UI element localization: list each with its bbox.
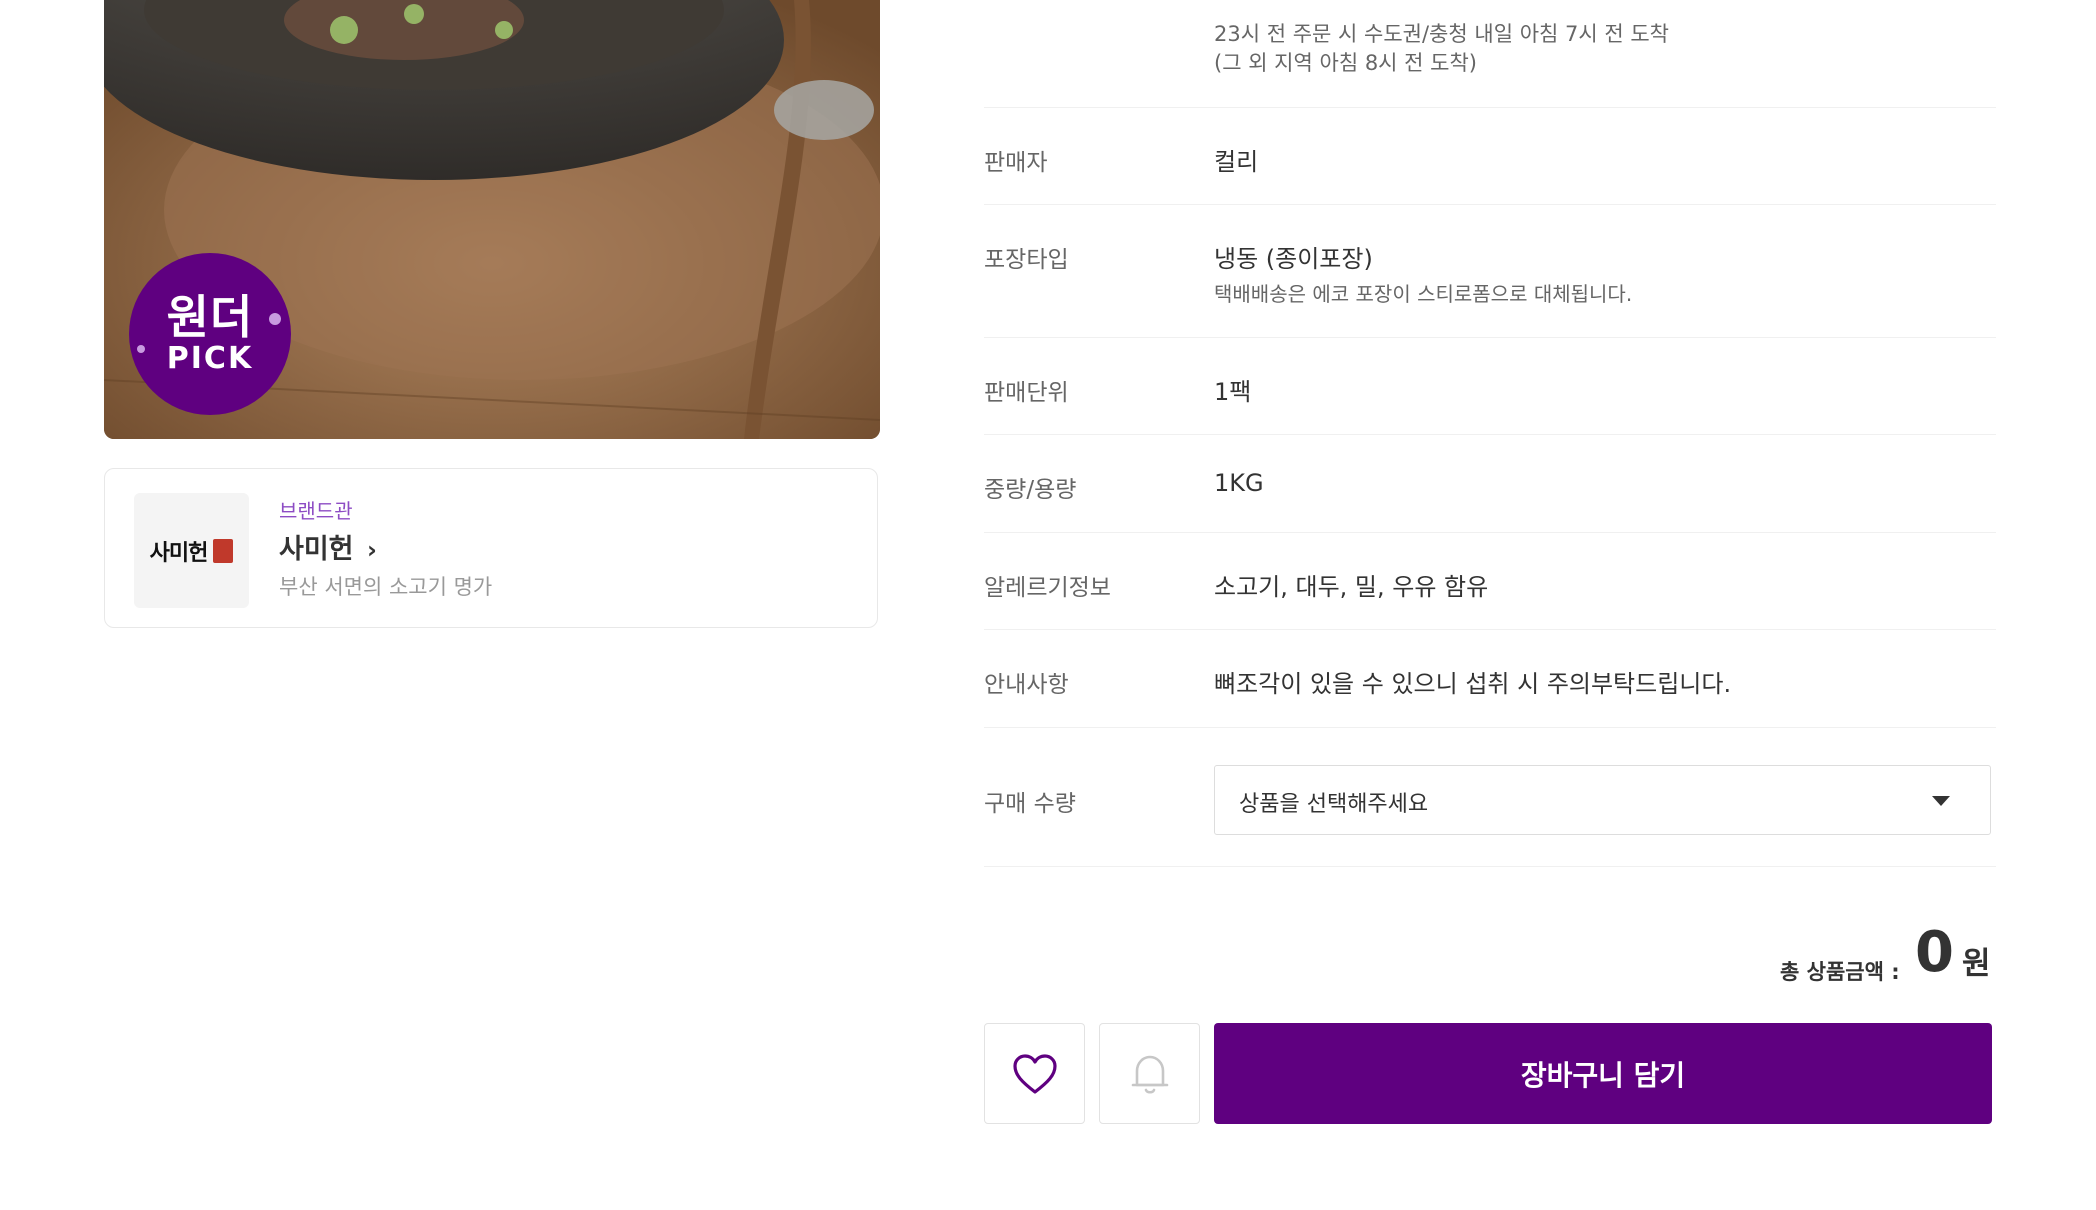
quantity-label: 구매 수량 bbox=[984, 791, 1076, 817]
info-row-unit: 판매단위 1팩 bbox=[984, 337, 1996, 435]
badge-line1: 원더 bbox=[166, 290, 254, 344]
delivery-line2: (그 외 지역 아침 8시 전 도착) bbox=[1214, 51, 1477, 75]
brand-logo-seal bbox=[213, 538, 234, 563]
info-sub: 택배배송은 에코 포장이 스티로폼으로 대체됩니다. bbox=[1214, 282, 1633, 306]
info-row-notice: 안내사항 뼈조각이 있을 수 있으니 섭취 시 주의부탁드립니다. bbox=[984, 629, 1996, 728]
quantity-select[interactable]: 상품을 선택해주세요 bbox=[1214, 765, 1991, 835]
caret-down-icon bbox=[1932, 796, 1950, 806]
badge-decor-dot bbox=[269, 313, 281, 325]
info-row-allergy: 알레르기정보 소고기, 대두, 밀, 우유 함유 bbox=[984, 532, 1996, 630]
total-amount: 0 bbox=[1915, 920, 1954, 985]
brand-eyebrow: 브랜드관 bbox=[279, 499, 353, 523]
info-label: 알레르기정보 bbox=[984, 575, 1111, 601]
info-label: 판매단위 bbox=[984, 380, 1069, 406]
bell-icon bbox=[1131, 1055, 1168, 1094]
info-value: 컬리 bbox=[1214, 148, 1259, 176]
quantity-placeholder: 상품을 선택해주세요 bbox=[1239, 792, 1429, 817]
brand-logo-text: 사미헌 bbox=[149, 540, 209, 566]
chevron-right-icon: › bbox=[366, 536, 377, 564]
info-value: 뼈조각이 있을 수 있으니 섭취 시 주의부탁드립니다. bbox=[1214, 670, 1732, 698]
brand-name: 사미헌 bbox=[279, 534, 354, 565]
brand-logo: 사미헌 bbox=[134, 493, 249, 608]
heart-icon bbox=[1012, 1053, 1057, 1094]
info-value: 1KG bbox=[1214, 469, 1264, 497]
info-row-packaging: 포장타입 냉동 (종이포장) 택배배송은 에코 포장이 스티로폼으로 대체됩니다… bbox=[984, 204, 1996, 338]
info-label: 안내사항 bbox=[984, 672, 1069, 698]
wishlist-button[interactable] bbox=[984, 1023, 1085, 1124]
notify-button[interactable] bbox=[1099, 1023, 1200, 1124]
info-label: 중량/용량 bbox=[984, 477, 1077, 503]
delivery-line1: 23시 전 주문 시 수도권/충청 내일 아침 7시 전 도착 bbox=[1214, 22, 1669, 46]
wonder-pick-badge: 원더 PICK bbox=[129, 253, 291, 415]
info-label: 포장타입 bbox=[984, 247, 1069, 273]
info-value: 1팩 bbox=[1214, 378, 1252, 406]
add-to-cart-button[interactable]: 장바구니 담기 bbox=[1214, 1023, 1992, 1124]
total-label: 총 상품금액 : bbox=[1780, 960, 1900, 984]
info-row-weight: 중량/용량 1KG bbox=[984, 434, 1996, 533]
info-label: 판매자 bbox=[984, 150, 1048, 176]
total-unit: 원 bbox=[1962, 946, 1991, 982]
badge-decor-dot bbox=[137, 345, 145, 353]
info-value: 소고기, 대두, 밀, 우유 함유 bbox=[1214, 573, 1489, 601]
info-row-seller: 판매자 컬리 bbox=[984, 107, 1996, 205]
info-value: 냉동 (종이포장) bbox=[1214, 245, 1373, 273]
brand-name-link[interactable]: 사미헌 › bbox=[279, 527, 377, 566]
brand-description: 부산 서면의 소고기 명가 bbox=[279, 575, 493, 599]
brand-card[interactable]: 사미헌 브랜드관 사미헌 › 부산 서면의 소고기 명가 bbox=[104, 468, 878, 628]
delivery-row: 23시 전 주문 시 수도권/충청 내일 아침 7시 전 도착 (그 외 지역 … bbox=[984, 0, 1996, 108]
badge-line2: PICK bbox=[166, 341, 254, 376]
